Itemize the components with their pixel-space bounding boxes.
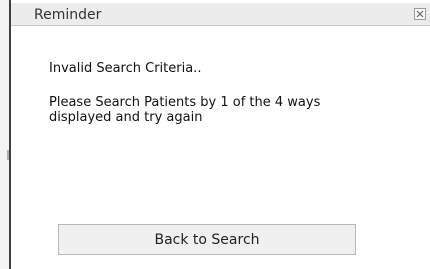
dialog-title: Reminder xyxy=(34,7,102,23)
reminder-dialog: Reminder Invalid Search Criteria.. Pleas… xyxy=(9,0,430,269)
dialog-title-bar[interactable]: Reminder xyxy=(11,3,430,26)
background-window-edge xyxy=(0,0,9,269)
page: Reminder Invalid Search Criteria.. Pleas… xyxy=(0,0,430,269)
close-icon xyxy=(416,10,424,18)
instruction-message: Please Search Patients by 1 of the 4 way… xyxy=(49,95,321,125)
error-message: Invalid Search Criteria.. xyxy=(49,61,202,76)
back-to-search-button[interactable]: Back to Search xyxy=(58,224,356,255)
close-button[interactable] xyxy=(414,8,426,20)
